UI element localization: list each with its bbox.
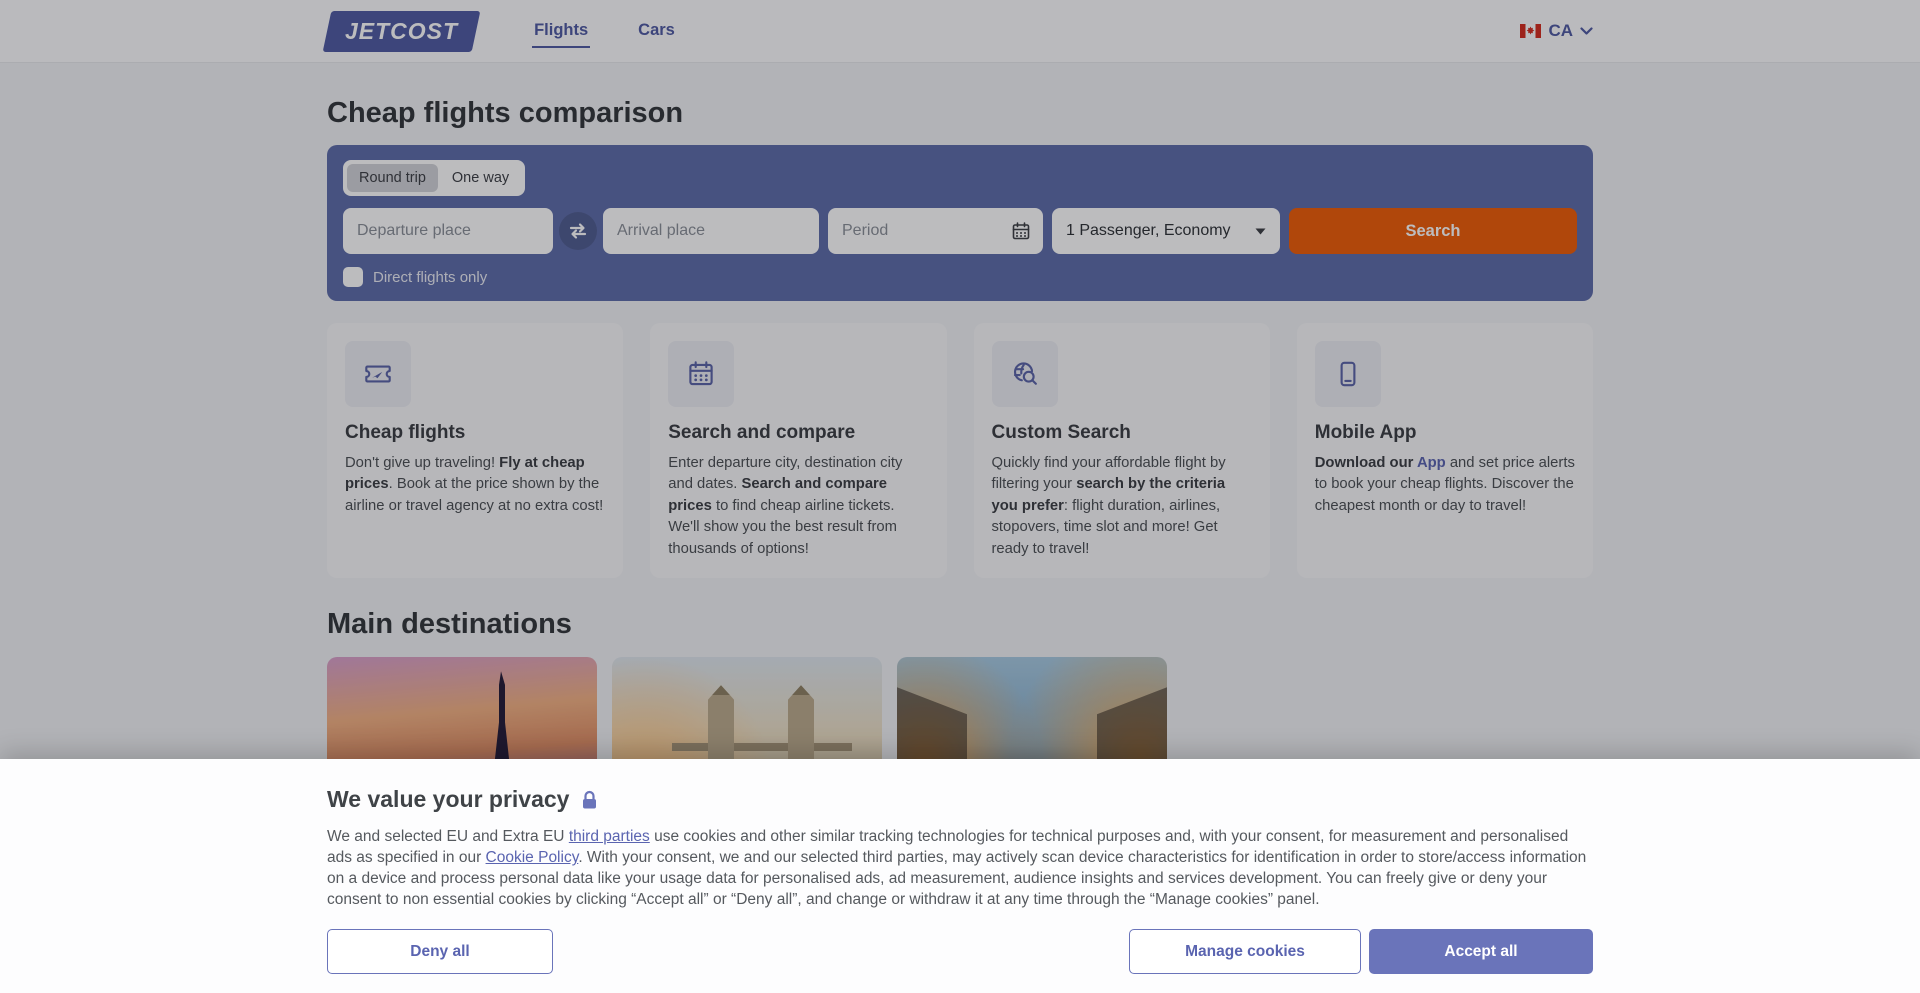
manage-cookies-button[interactable]: Manage cookies xyxy=(1129,929,1361,974)
cookie-banner-title: We value your privacy xyxy=(327,786,569,813)
cookie-actions: Deny all Manage cookies Accept all xyxy=(327,929,1593,974)
accept-all-button[interactable]: Accept all xyxy=(1369,929,1593,974)
lock-icon xyxy=(581,790,598,810)
deny-all-button[interactable]: Deny all xyxy=(327,929,553,974)
cookie-consent-banner: We value your privacy We and selected EU… xyxy=(0,759,1920,993)
cookie-policy-link[interactable]: Cookie Policy xyxy=(486,849,579,866)
cookie-banner-text: We and selected EU and Extra EU third pa… xyxy=(327,826,1593,910)
third-parties-link[interactable]: third parties xyxy=(569,828,650,845)
